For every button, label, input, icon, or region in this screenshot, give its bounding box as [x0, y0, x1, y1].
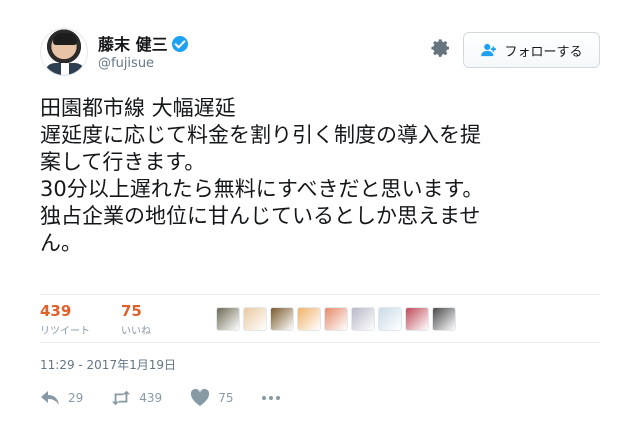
retweet-count[interactable]: 439: [40, 302, 90, 320]
retweet-icon: [112, 390, 131, 406]
follow-button-label: フォローする: [504, 44, 583, 60]
tweet-line: 独占企業の地位に甘んじているとしか思えませ: [40, 204, 481, 228]
heart-icon: [191, 389, 210, 406]
like-button[interactable]: 75: [190, 389, 233, 407]
more-icon: [262, 396, 281, 400]
tweet-header: 藤末 健三 @fujisue フォローする: [40, 26, 602, 80]
tweet-line: 案して行きます。: [40, 150, 206, 174]
tweet-text: 田園都市線 大幅遅延 遅延度に応じて料金を割り引く制度の導入を提 案して行きます…: [40, 95, 600, 257]
liker-avatar[interactable]: [243, 307, 267, 331]
tweet-line: 田園都市線 大幅遅延: [40, 96, 236, 120]
divider: [40, 342, 600, 343]
tweet-line: ん。: [40, 231, 82, 255]
liker-avatar[interactable]: [405, 307, 429, 331]
reply-icon: [41, 391, 59, 405]
follow-button[interactable]: フォローする: [463, 32, 600, 68]
retweet-label: リツイート: [40, 326, 90, 337]
liker-avatar[interactable]: [324, 307, 348, 331]
tweet-actions: 29 439 75: [40, 387, 309, 409]
like-count[interactable]: 75: [121, 302, 151, 320]
liker-avatar[interactable]: [432, 307, 456, 331]
tweet-timestamp[interactable]: 11:29 - 2017年1月19日: [40, 356, 176, 373]
retweet-stat[interactable]: 439 リツイート: [40, 302, 90, 337]
gear-icon[interactable]: [430, 38, 452, 60]
liker-avatar[interactable]: [270, 307, 294, 331]
user-handle[interactable]: @fujisue: [98, 56, 154, 71]
liker-avatar[interactable]: [216, 307, 240, 331]
verified-badge-icon: [171, 36, 188, 52]
like-label: いいね: [121, 326, 151, 337]
reply-count: 29: [68, 391, 84, 405]
reply-button[interactable]: 29: [40, 389, 83, 407]
avatar[interactable]: [40, 28, 88, 76]
add-user-icon: [481, 43, 497, 57]
liker-avatar[interactable]: [351, 307, 375, 331]
like-action-count: 75: [218, 391, 234, 405]
liker-avatar[interactable]: [297, 307, 321, 331]
more-button[interactable]: [261, 389, 281, 407]
retweet-action-count: 439: [139, 391, 163, 405]
liker-avatar[interactable]: [378, 307, 402, 331]
divider: [40, 294, 600, 295]
tweet-line: 遅延度に応じて料金を割り引く制度の導入を提: [40, 123, 481, 147]
liker-avatars: [216, 307, 456, 331]
user-name[interactable]: 藤末 健三: [98, 35, 168, 54]
tweet-line: 30分以上遅れたら無料にすべきだと思います。: [40, 177, 484, 201]
retweet-button[interactable]: 439: [111, 389, 162, 407]
like-stat[interactable]: 75 いいね: [121, 302, 151, 337]
user-name-row[interactable]: 藤末 健三: [98, 31, 188, 55]
